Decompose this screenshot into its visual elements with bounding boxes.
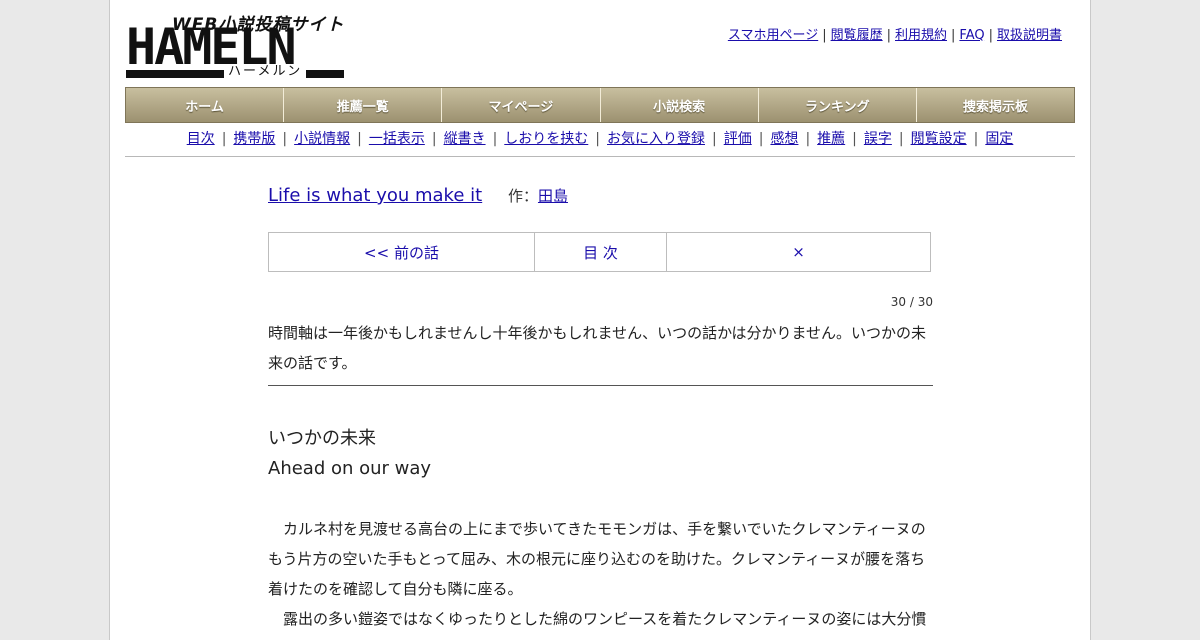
subnav-divider [125,156,1075,157]
subnav-typo[interactable]: 誤字 [864,131,892,147]
subnav-novel-info[interactable]: 小説情報 [294,131,350,147]
logo-kana: ハーメルン [224,64,307,80]
main-nav: ホーム 推薦一覧 マイページ 小説検索 ランキング 捜索掲示板 [125,87,1075,123]
link-smartphone[interactable]: スマホ用ページ [728,28,818,43]
hameln-logo[interactable]: WEB小説投稿サイト HAMELN ハーメルン [126,10,346,80]
novel-title-link[interactable]: Life is what you make it [268,185,482,206]
chapter-subtitle: Ahead on our way [268,458,432,479]
nav-novel-search[interactable]: 小説検索 [600,88,759,122]
subnav-show-all[interactable]: 一括表示 [369,131,425,147]
link-manual[interactable]: 取扱説明書 [997,28,1062,43]
link-faq[interactable]: FAQ [959,28,984,43]
subnav-recommend[interactable]: 推薦 [817,131,845,147]
prev-episode-link[interactable]: << 前の話 [269,233,535,271]
top-links: スマホ用ページ | 閲覧履歴 | 利用規約 | FAQ | 取扱説明書 [727,28,1062,43]
subnav-rate[interactable]: 評価 [724,131,752,147]
author-prefix: 作： [507,187,538,205]
subnav-pin[interactable]: 固定 [985,131,1013,147]
subnav-favorite[interactable]: お気に入り登録 [607,131,705,147]
subnav-vertical[interactable]: 縦書き [444,131,486,147]
nav-ranking[interactable]: ランキング [758,88,917,122]
author-link[interactable]: 田島 [538,187,568,205]
subnav-toc[interactable]: 目次 [187,131,215,147]
body-paragraph: カルネ村を見渡せる高台の上にまで歩いてきたモモンガは、手を繋いでいたクレマンティ… [268,520,926,598]
toc-link[interactable]: 目 次 [535,233,667,271]
sub-nav: 目次 | 携帯版 | 小説情報 | 一括表示 | 縦書き | しおりを挟む | お気に入り登録 | 評価 | 感… [186,131,1014,147]
subnav-mobile[interactable]: 携帯版 [233,131,275,147]
novel-header: Life is what you make it 作：田島 [268,185,568,206]
page-container: WEB小説投稿サイト HAMELN ハーメルン スマホ用ページ | 閲覧履歴 | 利用規… [109,0,1091,640]
chapter-title-block: いつかの未来 Ahead on our way [268,424,431,484]
preface-text: 時間軸は一年後かもしれませんし十年後かもしれません、いつの話かは分かりません。い… [268,324,927,372]
chapter-body: カルネ村を見渡せる高台の上にまで歩いてきたモモンガは、手を繋いでいたクレマンティ… [268,514,933,634]
next-episode-disabled: × [792,243,805,261]
episode-pager: << 前の話 目 次 × [268,232,931,272]
author-line: 作：田島 [508,187,568,205]
link-history[interactable]: 閲覧履歴 [831,28,883,43]
subnav-review[interactable]: 感想 [770,131,798,147]
subnav-bookmark[interactable]: しおりを挟む [504,131,588,147]
subnav-view-settings[interactable]: 閲覧設定 [911,131,967,147]
chapter-title: いつかの未来 [268,428,376,449]
nav-home[interactable]: ホーム [126,88,285,122]
episode-count: 30 / 30 [890,295,933,309]
preface-divider [268,385,933,386]
nav-recommendations[interactable]: 推薦一覧 [284,88,443,122]
link-terms[interactable]: 利用規約 [895,28,947,43]
nav-search-board[interactable]: 捜索掲示板 [916,88,1075,122]
nav-mypage[interactable]: マイページ [442,88,601,122]
